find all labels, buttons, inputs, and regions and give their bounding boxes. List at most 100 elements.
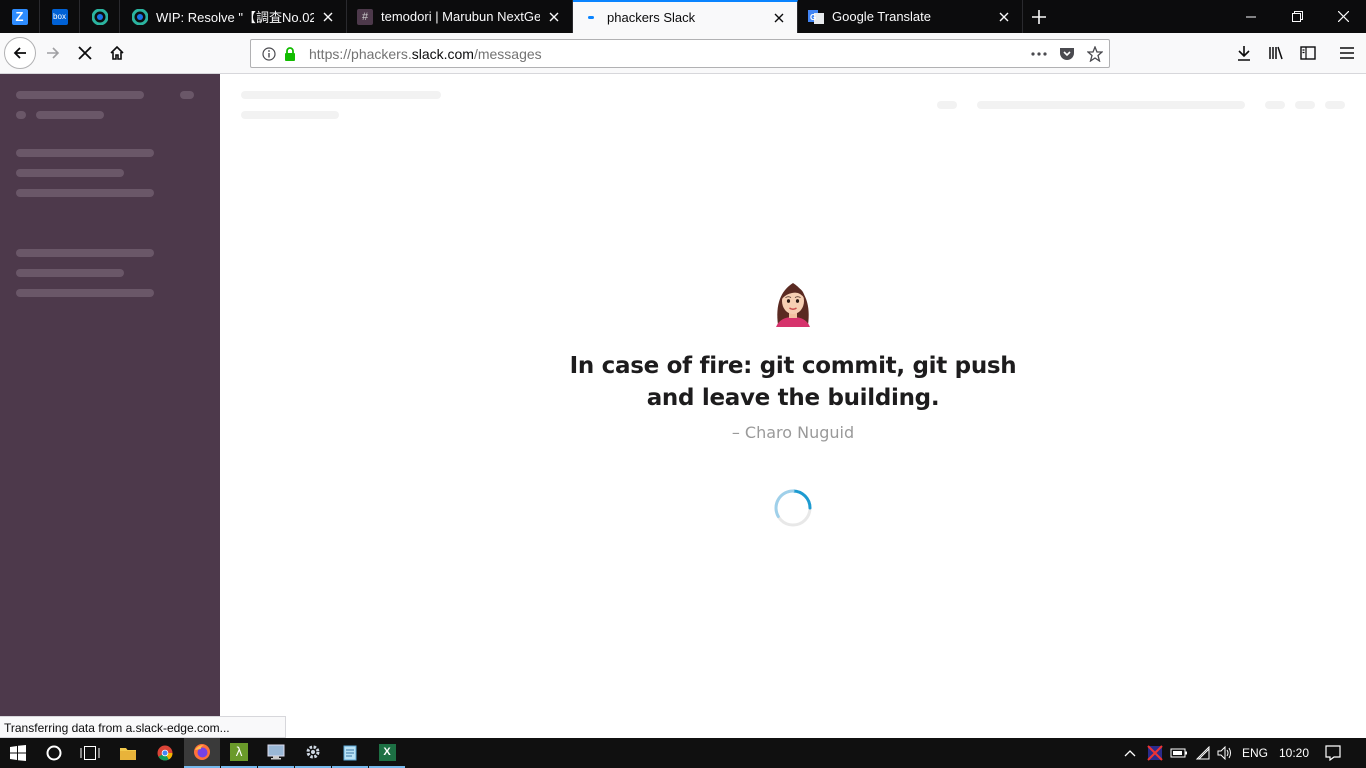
tab-google-translate[interactable]: G Google Translate: [798, 0, 1023, 33]
minimize-button[interactable]: [1228, 0, 1274, 33]
sidebar-row-placeholder: [16, 269, 124, 277]
zoom-pinned-tab[interactable]: Z: [0, 0, 40, 33]
input-language[interactable]: ENG: [1238, 738, 1272, 768]
tab-title: temodori | Marubun NextGen (: [381, 9, 540, 24]
sidebar-icon: [1300, 46, 1316, 60]
chevron-up-icon: [1124, 750, 1136, 757]
firefox-icon: [194, 744, 210, 760]
quote-author: – Charo Nuguid: [731, 423, 855, 442]
hash-icon: #: [357, 8, 373, 25]
star-icon: [1087, 45, 1103, 62]
url-path: /messages: [473, 45, 542, 62]
windows-logo-icon: [10, 745, 26, 761]
windows-taskbar: λ X ENG 10:20: [0, 738, 1366, 768]
restore-icon: [1291, 11, 1303, 22]
username-placeholder: [36, 111, 104, 119]
restore-button[interactable]: [1274, 0, 1320, 33]
taskbar-remote-desktop[interactable]: [258, 738, 294, 768]
header-icon-placeholder: [1295, 101, 1315, 109]
url-host: slack.com: [411, 45, 474, 62]
google-translate-icon: G: [808, 9, 824, 25]
folder-icon: [120, 747, 136, 760]
cortana-circle-icon: [46, 745, 62, 761]
header-icon-placeholder: [1265, 101, 1285, 109]
tab-temodori[interactable]: # temodori | Marubun NextGen (: [347, 0, 573, 33]
menu-button[interactable]: [1331, 37, 1363, 69]
notification-icon: [1325, 745, 1341, 761]
tab-phackers-slack[interactable]: phackers Slack: [573, 0, 798, 33]
page-actions-button[interactable]: [1025, 51, 1053, 56]
notification-placeholder: [180, 91, 194, 99]
sidebar-row-placeholder: [16, 249, 154, 257]
show-hidden-icons-button[interactable]: [1120, 738, 1140, 768]
new-tab-button[interactable]: [1023, 0, 1055, 33]
start-button[interactable]: [0, 738, 36, 768]
close-icon[interactable]: [771, 10, 787, 26]
battery-icon-button[interactable]: [1168, 738, 1190, 768]
taskbar-lambda-app[interactable]: λ: [221, 738, 257, 768]
taskbar-notepad[interactable]: [332, 738, 368, 768]
zoom-icon: Z: [11, 8, 28, 25]
hamburger-icon: [1340, 47, 1354, 59]
url-text[interactable]: https://phackers.slack.com/messages: [309, 46, 1025, 62]
forward-arrow-icon: [47, 47, 60, 59]
sidebar-row-placeholder: [16, 189, 154, 197]
downloads-button[interactable]: [1228, 37, 1260, 69]
pocket-button[interactable]: [1053, 46, 1081, 61]
plus-icon: [1032, 9, 1046, 24]
orb-icon: [132, 8, 148, 25]
address-bar[interactable]: https://phackers.slack.com/messages: [250, 39, 1110, 68]
stop-loading-button[interactable]: [69, 37, 101, 69]
taskbar-file-explorer[interactable]: [110, 738, 146, 768]
back-button[interactable]: [4, 37, 36, 69]
search-placeholder: [977, 101, 1245, 109]
library-icon: [1269, 46, 1283, 60]
forward-button[interactable]: [37, 37, 69, 69]
clock[interactable]: 10:20: [1274, 738, 1314, 768]
box-icon: box: [51, 8, 68, 25]
pocket-icon: [1060, 48, 1074, 60]
sidebar-toggle-button[interactable]: [1292, 37, 1324, 69]
volume-button[interactable]: [1214, 738, 1236, 768]
presence-placeholder: [16, 111, 26, 119]
taskbar-settings-app[interactable]: [295, 738, 331, 768]
more-dots-icon: [1031, 51, 1047, 56]
orb-pinned-tab[interactable]: [80, 0, 120, 33]
window-close-button[interactable]: [1320, 0, 1366, 33]
taskbar-chrome[interactable]: [147, 738, 183, 768]
tray-app-icon[interactable]: [1144, 738, 1166, 768]
close-icon[interactable]: [546, 9, 562, 25]
battery-icon: [1170, 748, 1187, 758]
bookmark-star-button[interactable]: [1081, 45, 1109, 62]
close-icon: [1337, 11, 1349, 22]
close-icon[interactable]: [996, 9, 1012, 25]
status-panel: Transferring data from a.slack-edge.com.…: [0, 716, 286, 738]
loading-spinner-icon: [774, 489, 812, 527]
action-center-button[interactable]: [1318, 738, 1348, 768]
cortana-button[interactable]: [36, 738, 72, 768]
secure-lock-icon[interactable]: [281, 46, 299, 61]
network-button[interactable]: [1192, 738, 1214, 768]
orb-icon: [91, 8, 108, 25]
url-scheme: https://: [309, 45, 352, 62]
svg-text:G: G: [810, 13, 816, 22]
sidebar-row-placeholder: [16, 169, 124, 177]
back-arrow-icon: [13, 47, 26, 59]
speaker-icon: [1217, 746, 1231, 760]
task-view-button[interactable]: [72, 738, 108, 768]
site-info-icon[interactable]: [257, 46, 281, 61]
tab-title: WIP: Resolve "【調査No.02-016: [156, 10, 314, 25]
library-button[interactable]: [1260, 37, 1292, 69]
excel-icon: X: [378, 743, 396, 761]
remote-desktop-icon: [267, 744, 285, 760]
tab-title: Google Translate: [832, 9, 932, 24]
tab-gitlab-wip[interactable]: WIP: Resolve "【調査No.02-016: [122, 0, 347, 33]
close-icon[interactable]: [320, 9, 336, 25]
chrome-icon: [157, 745, 173, 761]
box-pinned-tab[interactable]: box: [40, 0, 80, 33]
taskbar-firefox[interactable]: [184, 738, 220, 768]
home-button[interactable]: [101, 37, 133, 69]
loading-dot-icon: [583, 10, 599, 26]
url-subdomain: phackers.: [351, 45, 412, 62]
taskbar-excel[interactable]: X: [369, 738, 405, 768]
